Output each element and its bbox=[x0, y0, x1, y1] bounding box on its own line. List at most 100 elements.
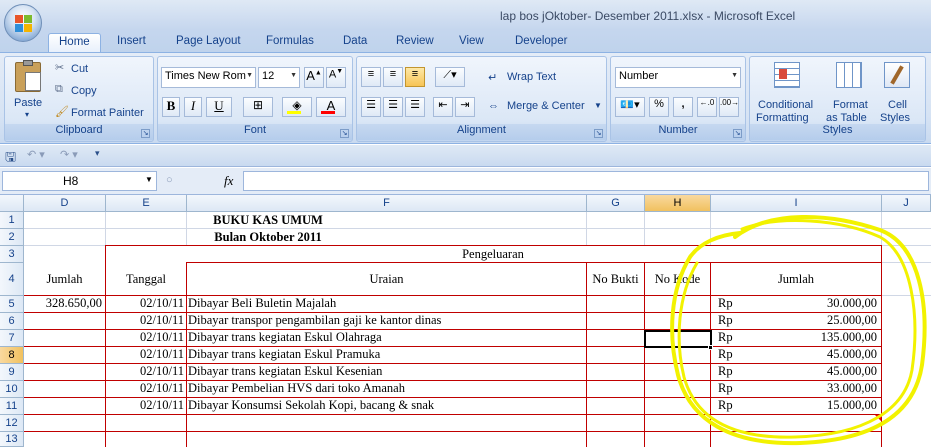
font-size-value: 12 bbox=[262, 70, 275, 82]
conditional-formatting-icon bbox=[774, 62, 800, 88]
freehand-annotation bbox=[670, 214, 927, 446]
alignment-label: Alignment bbox=[357, 124, 606, 140]
orientation-button[interactable]: ⟋▾ bbox=[435, 67, 465, 87]
align-bottom-button[interactable]: ≡ bbox=[405, 67, 425, 87]
office-button[interactable] bbox=[4, 4, 42, 42]
formula-bar-handle-icon: ○ bbox=[166, 174, 173, 186]
font-name-select[interactable]: Times New Rom ▼ bbox=[161, 67, 256, 88]
copy-icon: ⧉ bbox=[55, 83, 63, 95]
align-left-icon: ☰ bbox=[366, 99, 376, 111]
chevron-down-icon: ▼ bbox=[290, 72, 297, 79]
borders-button[interactable]: ⊞ bbox=[243, 97, 273, 117]
annotation-stroke bbox=[677, 219, 917, 439]
align-middle-button[interactable]: ≡ bbox=[383, 67, 403, 87]
format-painter-icon: 🖌 bbox=[55, 106, 69, 118]
formula-bar: H8 ▼ ○ fx bbox=[0, 168, 931, 195]
number-group: Number ▼ 💶▾ % , ←.0 .00→ Number ↘ bbox=[610, 56, 746, 142]
shrink-font-button[interactable]: A▼ bbox=[326, 67, 346, 88]
save-icon[interactable]: 🖫 bbox=[5, 148, 16, 170]
orientation-icon: ⟋▾ bbox=[443, 69, 457, 81]
font-group: Times New Rom ▼ 12 ▼ A▲ A▼ B I U ⊞ ◈ A Fon… bbox=[157, 56, 353, 142]
annotation-stroke bbox=[670, 214, 927, 446]
format-painter-button[interactable]: Format Painter bbox=[71, 107, 144, 119]
font-label: Font bbox=[158, 124, 352, 140]
underline-button[interactable]: U bbox=[206, 97, 232, 117]
clipboard-launcher-icon[interactable]: ↘ bbox=[141, 129, 150, 138]
font-size-select[interactable]: 12 ▼ bbox=[258, 67, 300, 88]
insert-function-icon[interactable]: fx bbox=[224, 173, 233, 189]
font-color-button[interactable]: A bbox=[316, 97, 346, 117]
tab-review[interactable]: Review bbox=[386, 33, 444, 52]
comma-style-button[interactable]: , bbox=[673, 97, 693, 117]
number-launcher-icon[interactable]: ↘ bbox=[733, 129, 742, 138]
chevron-down-icon: ▼ bbox=[731, 72, 738, 79]
borders-icon: ⊞ bbox=[252, 98, 264, 112]
chevron-down-icon: ▼ bbox=[246, 72, 253, 79]
bold-button[interactable]: B bbox=[162, 97, 180, 117]
tab-home[interactable]: Home bbox=[48, 33, 101, 52]
align-top-button[interactable]: ≡ bbox=[361, 67, 381, 87]
tab-page-layout[interactable]: Page Layout bbox=[166, 33, 251, 52]
italic-button[interactable]: I bbox=[184, 97, 202, 117]
paste-button[interactable]: Paste bbox=[14, 97, 42, 109]
font-name-value: Times New Rom bbox=[165, 70, 246, 82]
tab-data[interactable]: Data bbox=[333, 33, 377, 52]
fill-bucket-icon: ◈ bbox=[292, 98, 302, 112]
tab-view[interactable]: View bbox=[449, 33, 494, 52]
decrease-indent-icon: ⇤ bbox=[438, 99, 448, 111]
percent-button[interactable]: % bbox=[649, 97, 669, 117]
grow-font-button[interactable]: A▲ bbox=[304, 67, 324, 88]
increase-decimal-icon: ←.0 bbox=[699, 98, 715, 107]
cut-button[interactable]: Cut bbox=[71, 63, 88, 75]
cell-styles-button[interactable]: Cell bbox=[888, 99, 907, 111]
currency-icon: 💶▾ bbox=[620, 99, 640, 111]
format-as-table-icon bbox=[836, 62, 862, 88]
redo-icon[interactable]: ↷ ▾ bbox=[60, 148, 78, 161]
paste-dropdown-icon[interactable]: ▾ bbox=[25, 110, 29, 119]
percent-icon: % bbox=[654, 98, 664, 110]
align-left-button[interactable]: ☰ bbox=[361, 97, 381, 117]
increase-indent-button[interactable]: ⇥ bbox=[455, 97, 475, 117]
tab-formulas[interactable]: Formulas bbox=[256, 33, 324, 52]
office-logo-icon bbox=[15, 15, 32, 32]
tab-developer[interactable]: Developer bbox=[505, 33, 577, 52]
merge-center-button[interactable]: Merge & Center bbox=[507, 100, 585, 112]
tab-insert[interactable]: Insert bbox=[107, 33, 156, 52]
increase-decimal-button[interactable]: ←.0 bbox=[697, 97, 717, 117]
decrease-decimal-button[interactable]: .00→ bbox=[719, 97, 739, 117]
align-center-button[interactable]: ☰ bbox=[383, 97, 403, 117]
accounting-format-button[interactable]: 💶▾ bbox=[615, 97, 645, 117]
conditional-formatting-button-line2[interactable]: Formatting bbox=[756, 112, 809, 124]
format-as-table-button-line2[interactable]: as Table bbox=[826, 112, 867, 124]
comma-icon: , bbox=[681, 98, 685, 110]
paste-icon[interactable] bbox=[15, 60, 41, 92]
number-format-select[interactable]: Number ▼ bbox=[615, 67, 741, 88]
customize-toolbar-icon[interactable]: ▾ bbox=[95, 148, 100, 159]
spreadsheet-grid[interactable]: D E F G H I J 1 2 3 4 5 6 7 8 9 10 11 12… bbox=[0, 195, 931, 447]
undo-icon[interactable]: ↶ ▾ bbox=[27, 148, 45, 161]
formula-input[interactable] bbox=[243, 171, 929, 191]
decrease-indent-button[interactable]: ⇤ bbox=[433, 97, 453, 117]
font-launcher-icon[interactable]: ↘ bbox=[340, 129, 349, 138]
align-center-icon: ☰ bbox=[388, 99, 398, 111]
quick-access-toolbar: 🖫 ↶ ▾ ↷ ▾ ▾ bbox=[0, 145, 931, 167]
increase-indent-icon: ⇥ bbox=[460, 99, 470, 111]
align-bottom-icon: ≡ bbox=[411, 68, 419, 80]
clipboard-label: Clipboard bbox=[5, 124, 153, 140]
format-as-table-button[interactable]: Format bbox=[833, 99, 868, 111]
alignment-launcher-icon[interactable]: ↘ bbox=[594, 129, 603, 138]
fill-color-button[interactable]: ◈ bbox=[282, 97, 312, 117]
align-right-button[interactable]: ☰ bbox=[405, 97, 425, 117]
conditional-formatting-button[interactable]: Conditional bbox=[758, 99, 813, 111]
chevron-down-icon: ▼ bbox=[145, 175, 153, 184]
align-middle-icon: ≡ bbox=[389, 68, 397, 80]
ribbon: Paste ▾ ✂ Cut ⧉ Copy 🖌 Format Painter Cl… bbox=[0, 52, 931, 144]
chevron-down-icon[interactable]: ▼ bbox=[594, 101, 602, 110]
cell-styles-button-line2[interactable]: Styles bbox=[880, 112, 910, 124]
copy-button[interactable]: Copy bbox=[71, 85, 97, 97]
name-box[interactable]: H8 ▼ bbox=[2, 171, 157, 191]
name-box-value: H8 bbox=[63, 174, 79, 188]
window-title: lap bos jOktober- Desember 2011.xlsx - M… bbox=[500, 9, 796, 23]
wrap-text-button[interactable]: Wrap Text bbox=[507, 71, 556, 83]
align-top-icon: ≡ bbox=[367, 68, 375, 80]
